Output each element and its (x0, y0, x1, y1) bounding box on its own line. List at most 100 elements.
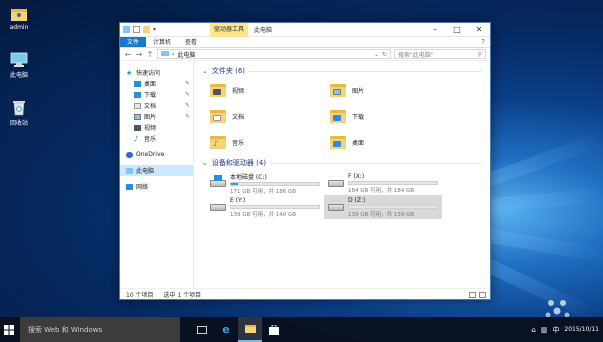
pin-icon[interactable]: ✎ (185, 80, 190, 87)
drive-name: D (Z:) (348, 196, 366, 204)
sidebar-item-desktop[interactable]: 桌面 ✎ (120, 78, 193, 89)
recycle-bin-icon (10, 100, 28, 116)
address-bar-row: ← → ↑ › 此电脑 ⌄ ↻ 搜索"此电脑" ⚲ (120, 48, 490, 61)
desktop-icon-label: 此电脑 (9, 72, 28, 79)
file-explorer-icon (244, 325, 256, 333)
drive-tools-tab[interactable]: 驱动器工具 (210, 22, 249, 37)
folder-label: 图片 (352, 87, 365, 95)
quick-access-toolbar: ▾ (120, 26, 160, 33)
pin-icon[interactable]: ✎ (185, 91, 190, 98)
store-button[interactable] (262, 317, 286, 342)
selected-count: 选中 1 个项目 (163, 292, 202, 299)
sidebar-item-videos[interactable]: 视频 (120, 122, 193, 133)
desktop-icon-recycle-bin[interactable]: 回收站 (4, 100, 34, 127)
drive-y[interactable]: E (Y:) 139 GB 可用，共 140 GB (206, 195, 324, 219)
help-icon[interactable]: ? (481, 38, 485, 46)
file-explorer-button[interactable] (238, 317, 262, 342)
network-icon (126, 183, 133, 190)
refresh-icon[interactable]: ↻ (382, 51, 387, 58)
task-view-button[interactable] (190, 317, 214, 342)
clock[interactable]: 2015/10/11 (564, 326, 599, 334)
computer-icon (161, 51, 169, 56)
start-button[interactable] (0, 317, 18, 342)
folder-music[interactable]: ♪ 音乐 (210, 129, 330, 155)
sidebar-item-label: 视频 (144, 125, 157, 132)
sidebar-item-label: 图片 (144, 114, 157, 121)
chevron-down-icon[interactable]: ⌄ (374, 51, 379, 58)
desktop-icon-admin[interactable]: admin (4, 6, 34, 31)
item-count: 10 个项目 (126, 292, 154, 299)
folder-label: 桌面 (352, 139, 365, 147)
drive-usage-bar (348, 204, 438, 209)
ime-indicator[interactable]: 中 (552, 325, 559, 335)
network-icon[interactable]: ▥ (541, 326, 548, 334)
dropdown-icon[interactable]: ▾ (153, 26, 160, 33)
search-input[interactable]: 搜索"此电脑" ⚲ (394, 49, 486, 59)
system-tray: ⌂ ▥ 中 2015/10/11 (531, 317, 599, 342)
computer-icon (10, 52, 28, 68)
back-arrow-icon[interactable]: ← (124, 50, 132, 59)
document-icon (134, 102, 141, 109)
tab-file[interactable]: 文件 (120, 37, 147, 47)
picture-folder-icon (330, 83, 346, 97)
sidebar-item-label: 快速访问 (136, 70, 161, 77)
sidebar-item-pictures[interactable]: 图片 ✎ (120, 111, 193, 122)
tab-view[interactable]: 查看 (178, 37, 204, 47)
sidebar-item-network[interactable]: 网络 (120, 181, 193, 192)
sidebar-item-downloads[interactable]: 下载 ✎ (120, 89, 193, 100)
large-icons-view-icon[interactable] (479, 291, 486, 298)
download-icon (134, 91, 141, 98)
new-folder-icon[interactable] (143, 26, 150, 33)
sidebar-item-this-pc[interactable]: 此电脑 (120, 165, 193, 176)
folder-videos[interactable]: 视频 (210, 77, 330, 103)
tab-computer[interactable]: 计算机 (146, 37, 178, 47)
drive-usage-bar (230, 181, 320, 186)
sidebar-item-music[interactable]: ♪ 音乐 (120, 133, 193, 144)
desktop-icon-this-pc[interactable]: 此电脑 (4, 52, 34, 79)
details-view-icon[interactable] (469, 291, 476, 298)
folder-label: 文档 (232, 113, 245, 121)
desktop-icon (134, 80, 141, 87)
folder-pictures[interactable]: 图片 (330, 77, 450, 103)
ribbon: 文件 计算机 查看 ? (120, 37, 490, 48)
folder-documents[interactable]: 文档 (210, 103, 330, 129)
sidebar-item-label: 音乐 (144, 136, 157, 143)
picture-icon (134, 113, 141, 120)
computer-icon (126, 167, 133, 174)
folder-downloads[interactable]: 下载 (330, 103, 450, 129)
navigation-pane: ★ 快速访问 桌面 ✎ 下载 ✎ 文档 ✎ 图片 ✎ 视频 ♪ 音乐 OneDr… (120, 61, 194, 288)
pin-icon[interactable]: ✎ (185, 113, 190, 120)
address-input[interactable]: › 此电脑 ⌄ ↻ (157, 49, 391, 59)
forward-arrow-icon[interactable]: → (135, 50, 143, 59)
drive-z[interactable]: D (Z:) 139 GB 可用，共 139 GB (324, 195, 442, 219)
drive-grid: 本地磁盘 (C:) 171 GB 可用，共 186 GB F (X:) 184 … (206, 171, 482, 219)
pin-icon[interactable]: ✎ (185, 102, 190, 109)
drive-size: 139 GB 可用，共 140 GB (230, 211, 297, 218)
computer-icon (123, 26, 130, 33)
drive-usage-bar (348, 180, 438, 185)
folder-desktop[interactable]: 桌面 (330, 129, 450, 155)
drive-x[interactable]: F (X:) 184 GB 可用，共 184 GB (324, 171, 442, 195)
chevron-down-icon: ⌄ (202, 67, 208, 75)
maximize-button[interactable]: □ (446, 23, 468, 37)
drive-size: 171 GB 可用，共 186 GB (230, 188, 297, 195)
sidebar-item-documents[interactable]: 文档 ✎ (120, 100, 193, 111)
hard-drive-icon (210, 202, 226, 212)
taskbar-search-box[interactable]: 搜索 Web 和 Windows (20, 317, 180, 342)
edge-icon: e (222, 323, 230, 336)
search-icon: ⚲ (477, 50, 482, 58)
sidebar-item-onedrive[interactable]: OneDrive (120, 149, 193, 160)
minimize-button[interactable]: – (424, 23, 446, 37)
notification-icon[interactable]: ⌂ (531, 326, 535, 334)
sidebar-item-quick-access[interactable]: ★ 快速访问 (120, 67, 193, 78)
up-arrow-icon[interactable]: ↑ (146, 50, 154, 59)
download-folder-icon (330, 109, 346, 123)
drives-group-header[interactable]: ⌄ 设备和驱动器 (4) (202, 157, 482, 169)
close-button[interactable]: ✕ (468, 23, 490, 37)
folders-group-header[interactable]: ⌄ 文件夹 (6) (202, 65, 482, 77)
music-icon: ♪ (134, 134, 139, 143)
properties-icon[interactable] (133, 26, 140, 33)
edge-button[interactable]: e (214, 317, 238, 342)
drive-c[interactable]: 本地磁盘 (C:) 171 GB 可用，共 186 GB (206, 171, 324, 195)
hard-drive-icon (328, 202, 344, 212)
